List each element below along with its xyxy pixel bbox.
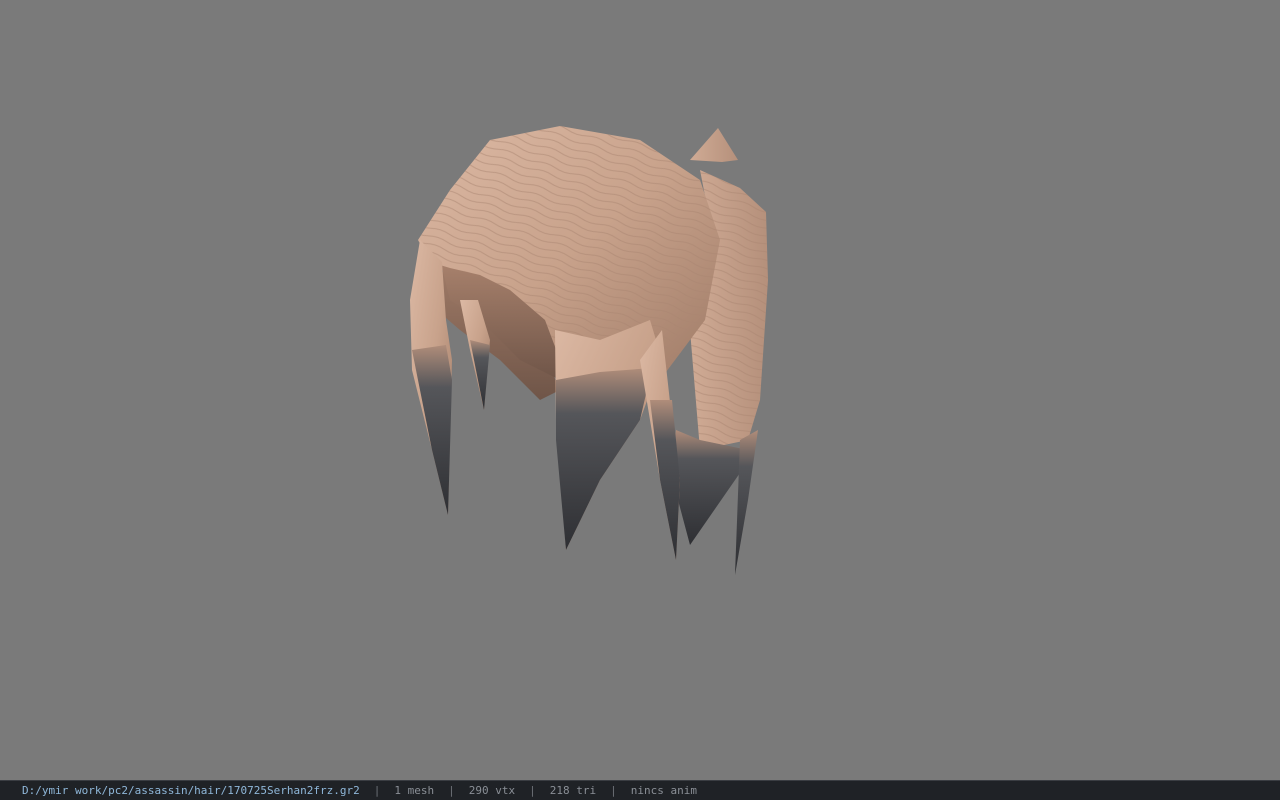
status-bar: D:/ymir work/pc2/assassin/hair/170725Ser… [0,780,1280,800]
file-path: D:/ymir work/pc2/assassin/hair/170725Ser… [22,784,360,797]
separator: | [610,784,617,797]
separator: | [529,784,536,797]
vertex-count: 290 vtx [468,784,516,797]
triangle-count: 218 tri [549,784,597,797]
mesh-count: 1 mesh [394,784,435,797]
separator: | [448,784,455,797]
separator: | [373,784,381,797]
front-bangs [555,320,680,560]
hair-model-render[interactable] [0,0,1280,780]
3d-viewport[interactable] [0,0,1280,780]
animation-status: nincs anim [630,784,697,797]
